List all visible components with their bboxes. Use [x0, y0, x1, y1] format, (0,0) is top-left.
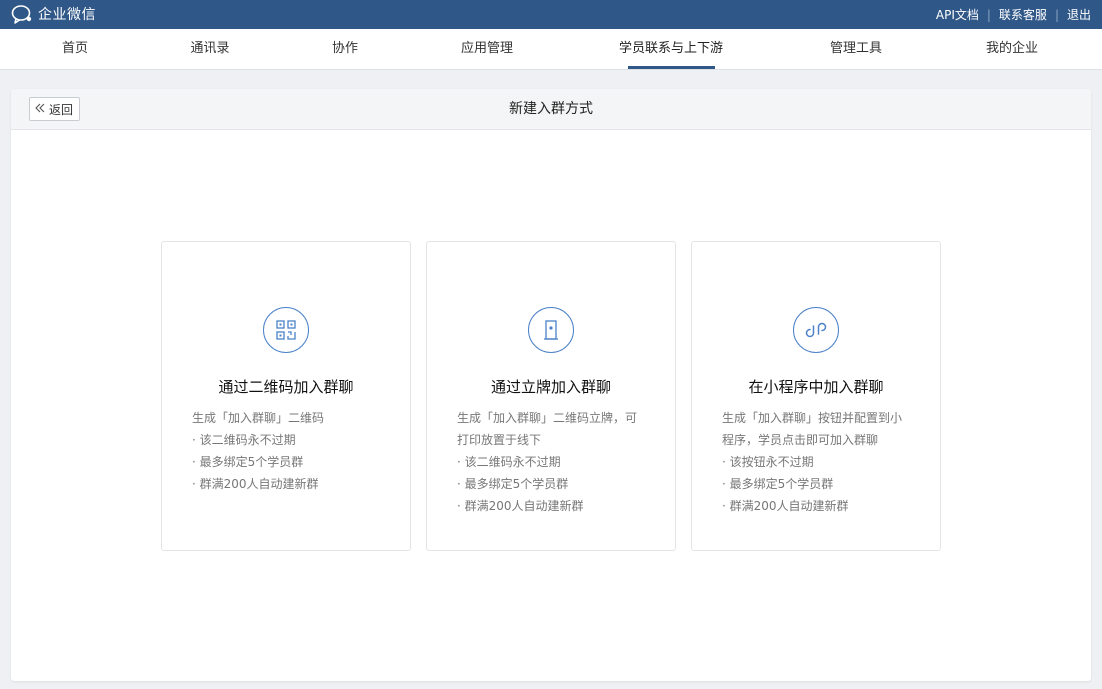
desc-line: · 该二维码永不过期: [457, 455, 561, 469]
join-in-mini-program-card[interactable]: 在小程序中加入群聊 生成「加入群聊」按钮并配置到小程序，学员点击即可加入群聊 ·…: [691, 241, 941, 551]
desc-line: · 群满200人自动建新群: [457, 499, 584, 513]
mini-program-icon: [793, 307, 839, 353]
api-docs-link[interactable]: API文档: [936, 6, 979, 23]
join-by-sign-card[interactable]: 通过立牌加入群聊 生成「加入群聊」二维码立牌，可打印放置于线下 · 该二维码永不…: [426, 241, 676, 551]
desc-line: 生成「加入群聊」二维码: [192, 411, 325, 425]
card-title: 在小程序中加入群聊: [748, 378, 884, 396]
wecom-logo-icon: [11, 4, 33, 24]
card-title: 通过二维码加入群聊: [218, 378, 354, 396]
desc-line: · 群满200人自动建新群: [722, 499, 849, 513]
door-sign-icon: [528, 307, 574, 353]
desc-line: · 群满200人自动建新群: [192, 477, 319, 491]
back-button-label: 返回: [49, 102, 74, 117]
card-description: 生成「加入群聊」二维码立牌，可打印放置于线下 · 该二维码永不过期 · 最多绑定…: [457, 407, 647, 517]
desc-line: 生成「加入群聊」二维码立牌，可打印放置于线下: [457, 411, 638, 447]
nav-item-admin-tools[interactable]: 管理工具: [830, 29, 882, 69]
logo-text: 企业微信: [38, 7, 96, 23]
desc-line: · 最多绑定5个学员群: [722, 477, 834, 491]
main-nav: 首页 通讯录 协作 应用管理 学员联系与上下游 管理工具 我的企业: [0, 29, 1102, 70]
nav-item-app-management[interactable]: 应用管理: [461, 29, 513, 69]
divider: |: [1054, 7, 1059, 22]
nav-item-collaboration[interactable]: 协作: [332, 29, 358, 69]
logo[interactable]: 企业微信: [11, 3, 96, 25]
join-by-qrcode-card[interactable]: 通过二维码加入群聊 生成「加入群聊」二维码 · 该二维码永不过期 · 最多绑定5…: [161, 241, 411, 551]
active-tab-indicator: [628, 66, 715, 69]
nav-item-home[interactable]: 首页: [62, 29, 88, 69]
card-title: 通过立牌加入群聊: [490, 378, 611, 396]
back-button[interactable]: 返回: [29, 97, 81, 121]
desc-line: · 该按钮永不过期: [722, 455, 814, 469]
nav-item-contacts[interactable]: 通讯录: [190, 29, 229, 69]
page-title: 新建入群方式: [509, 101, 593, 117]
qrcode-icon: [263, 307, 309, 353]
logout-link[interactable]: 退出: [1067, 6, 1091, 23]
top-bar: 企业微信 API文档 | 联系客服 | 退出: [0, 0, 1102, 29]
content-panel: 新建入群方式 返回 通过二维码加入群聊 生成「加入群聊」二维码 · 该二维码永不…: [11, 89, 1091, 681]
divider: |: [986, 7, 991, 22]
panel-header: 新建入群方式 返回: [11, 89, 1091, 130]
desc-line: · 最多绑定5个学员群: [192, 455, 304, 469]
card-description: 生成「加入群聊」二维码 · 该二维码永不过期 · 最多绑定5个学员群 · 群满2…: [192, 407, 382, 495]
desc-line: · 该二维码永不过期: [192, 433, 296, 447]
double-chevron-left-icon: [35, 102, 45, 116]
nav-item-my-company[interactable]: 我的企业: [986, 29, 1038, 69]
contact-support-link[interactable]: 联系客服: [999, 6, 1047, 23]
desc-line: 生成「加入群聊」按钮并配置到小程序，学员点击即可加入群聊: [722, 411, 903, 447]
nav-item-student-contact[interactable]: 学员联系与上下游: [619, 29, 723, 69]
top-links: API文档 | 联系客服 | 退出: [936, 0, 1091, 29]
desc-line: · 最多绑定5个学员群: [457, 477, 569, 491]
card-description: 生成「加入群聊」按钮并配置到小程序，学员点击即可加入群聊 · 该按钮永不过期 ·…: [722, 407, 912, 517]
